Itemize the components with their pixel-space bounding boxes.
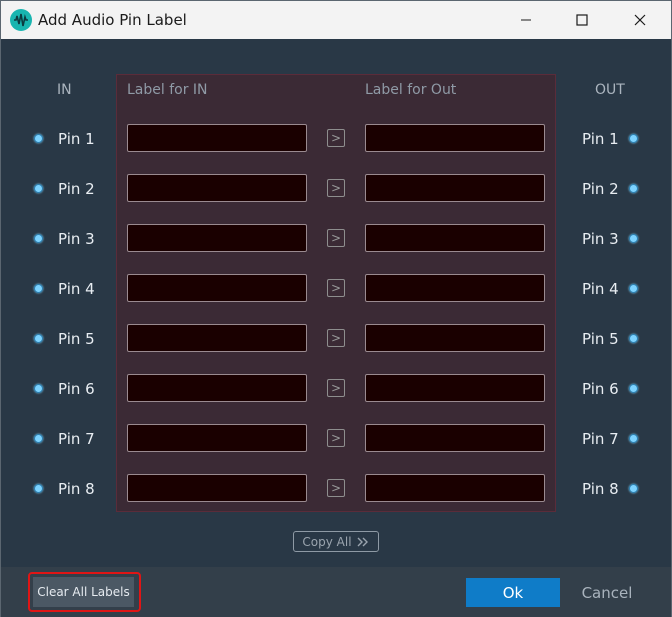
- in-pin-dot-icon: [34, 234, 43, 243]
- close-icon: [634, 14, 646, 26]
- label-out-input[interactable]: [365, 274, 545, 302]
- label-in-input[interactable]: [127, 474, 307, 502]
- maximize-button[interactable]: [559, 1, 605, 39]
- in-pin-dot-icon: [34, 134, 43, 143]
- copy-label-button[interactable]: >: [327, 479, 345, 497]
- out-pin-name: Pin 5: [582, 330, 619, 348]
- close-button[interactable]: [617, 1, 663, 39]
- in-pin-name: Pin 5: [58, 330, 95, 348]
- in-pin-name: Pin 1: [58, 130, 95, 148]
- title-bar: Add Audio Pin Label: [1, 1, 671, 39]
- out-pin-dot-icon: [629, 184, 638, 193]
- out-pin-dot-icon: [629, 284, 638, 293]
- label-out-input[interactable]: [365, 174, 545, 202]
- pin-row: Pin 1 > Pin 1: [1, 124, 672, 154]
- out-pin-name: Pin 7: [582, 430, 619, 448]
- minimize-icon: [521, 19, 531, 21]
- chevron-right-icon: >: [330, 231, 342, 245]
- dialog-window: Add Audio Pin Label IN Label for IN Labe…: [0, 0, 672, 617]
- window-title: Add Audio Pin Label: [38, 11, 187, 29]
- chevron-right-icon: >: [330, 131, 342, 145]
- minimize-button[interactable]: [503, 1, 549, 39]
- chevron-right-icon: >: [330, 331, 342, 345]
- maximize-icon: [576, 14, 588, 26]
- copy-label-button[interactable]: >: [327, 279, 345, 297]
- copy-label-button[interactable]: >: [327, 129, 345, 147]
- in-pin-dot-icon: [34, 484, 43, 493]
- out-column-header: OUT: [595, 82, 625, 98]
- copy-label-button[interactable]: >: [327, 429, 345, 447]
- out-pin-dot-icon: [629, 484, 638, 493]
- chevron-right-icon: >: [330, 481, 342, 495]
- copy-label-button[interactable]: >: [327, 179, 345, 197]
- copy-label-button[interactable]: >: [327, 329, 345, 347]
- label-out-input[interactable]: [365, 424, 545, 452]
- pin-row: Pin 4 > Pin 4: [1, 274, 672, 304]
- label-in-column-header: Label for IN: [127, 82, 208, 98]
- out-pin-name: Pin 8: [582, 480, 619, 498]
- copy-label-button[interactable]: >: [327, 229, 345, 247]
- label-in-input[interactable]: [127, 374, 307, 402]
- label-out-input[interactable]: [365, 224, 545, 252]
- label-in-input[interactable]: [127, 324, 307, 352]
- label-out-column-header: Label for Out: [365, 82, 457, 98]
- label-in-input[interactable]: [127, 274, 307, 302]
- in-pin-name: Pin 7: [58, 430, 95, 448]
- audio-app-icon: [10, 9, 32, 31]
- in-pin-dot-icon: [34, 284, 43, 293]
- label-out-input[interactable]: [365, 474, 545, 502]
- clear-all-labels-button[interactable]: Clear All Labels: [33, 577, 134, 607]
- ok-button[interactable]: Ok: [466, 578, 560, 607]
- out-pin-name: Pin 1: [582, 130, 619, 148]
- in-pin-dot-icon: [34, 184, 43, 193]
- pin-row: Pin 3 > Pin 3: [1, 224, 672, 254]
- label-in-input[interactable]: [127, 174, 307, 202]
- in-column-header: IN: [57, 82, 72, 98]
- label-in-input[interactable]: [127, 424, 307, 452]
- out-pin-dot-icon: [629, 134, 638, 143]
- label-out-input[interactable]: [365, 374, 545, 402]
- label-out-input[interactable]: [365, 324, 545, 352]
- pin-row: Pin 7 > Pin 7: [1, 424, 672, 454]
- chevron-right-icon: >: [330, 431, 342, 445]
- double-chevron-right-icon: [357, 537, 368, 546]
- out-pin-name: Pin 6: [582, 380, 619, 398]
- label-out-input[interactable]: [365, 124, 545, 152]
- in-pin-name: Pin 8: [58, 480, 95, 498]
- in-pin-dot-icon: [34, 334, 43, 343]
- in-pin-name: Pin 3: [58, 230, 95, 248]
- in-pin-dot-icon: [34, 434, 43, 443]
- chevron-right-icon: >: [330, 181, 342, 195]
- out-pin-dot-icon: [629, 334, 638, 343]
- copy-label-button[interactable]: >: [327, 379, 345, 397]
- pin-row: Pin 8 > Pin 8: [1, 474, 672, 504]
- pin-row: Pin 5 > Pin 5: [1, 324, 672, 354]
- chevron-right-icon: >: [330, 281, 342, 295]
- out-pin-dot-icon: [629, 434, 638, 443]
- out-pin-name: Pin 4: [582, 280, 619, 298]
- cancel-button[interactable]: Cancel: [567, 578, 647, 607]
- pin-row: Pin 6 > Pin 6: [1, 374, 672, 404]
- in-pin-dot-icon: [34, 384, 43, 393]
- in-pin-name: Pin 6: [58, 380, 95, 398]
- out-pin-dot-icon: [629, 384, 638, 393]
- in-pin-name: Pin 4: [58, 280, 95, 298]
- label-in-input[interactable]: [127, 124, 307, 152]
- copy-all-button[interactable]: Copy All: [293, 531, 379, 552]
- out-pin-name: Pin 3: [582, 230, 619, 248]
- pin-row: Pin 2 > Pin 2: [1, 174, 672, 204]
- out-pin-dot-icon: [629, 234, 638, 243]
- label-in-input[interactable]: [127, 224, 307, 252]
- chevron-right-icon: >: [330, 381, 342, 395]
- out-pin-name: Pin 2: [582, 180, 619, 198]
- copy-all-label: Copy All: [302, 534, 352, 549]
- in-pin-name: Pin 2: [58, 180, 95, 198]
